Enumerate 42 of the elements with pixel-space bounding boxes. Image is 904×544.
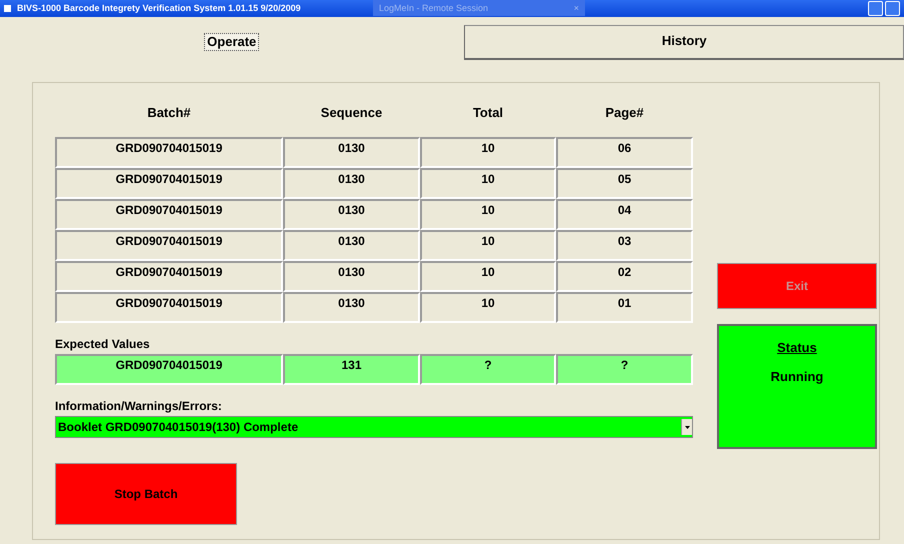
stop-batch-button[interactable]: Stop Batch [55,463,237,525]
expected-values-label: Expected Values [55,336,151,353]
table-cell: 0130 [283,199,420,230]
table-cell: GRD090704015019 [55,137,283,168]
table-cell: 02 [556,261,693,292]
table-cell: 10 [420,292,556,323]
expected-value-cell: GRD090704015019 [55,354,283,385]
column-header: Batch# [146,104,192,122]
status-value: Running [770,369,824,384]
expected-value-cell: ? [556,354,693,385]
table-cell: 06 [556,137,693,168]
table-cell: GRD090704015019 [55,199,283,230]
table-cell: 10 [420,199,556,230]
table-cell: 0130 [283,292,420,323]
table-cell: GRD090704015019 [55,261,283,292]
table-cell: 0130 [283,261,420,292]
app-icon [4,4,11,12]
table-cell: 03 [556,230,693,261]
messages-label: Information/Warnings/Errors: [55,398,223,415]
expected-value-cell: 131 [283,354,420,385]
tab[interactable]: History [464,24,904,60]
table-cell: 0130 [283,168,420,199]
column-header: Page# [604,104,645,122]
expected-value-cell: ? [420,354,556,385]
table-cell: 0130 [283,230,420,261]
table-cell: GRD090704015019 [55,292,283,323]
messages-dropdown[interactable]: Booklet GRD090704015019(130) Complete [55,416,693,438]
table-cell: 0130 [283,137,420,168]
column-header: Total [472,104,504,122]
table-cell: GRD090704015019 [55,168,283,199]
table-cell: GRD090704015019 [55,230,283,261]
table-cell: 10 [420,137,556,168]
table-cell: 05 [556,168,693,199]
table-cell: 04 [556,199,693,230]
status-title: Status [777,340,817,355]
column-header: Sequence [320,104,384,122]
table-cell: 10 [420,168,556,199]
table-cell: 10 [420,261,556,292]
remote-session-title: LogMeIn - Remote Session [379,3,488,14]
table-cell: 10 [420,230,556,261]
window-title: BIVS-1000 Barcode Integrety Verification System 1.01.15 9/20/2009 [17,3,302,14]
table-cell: 01 [556,292,693,323]
